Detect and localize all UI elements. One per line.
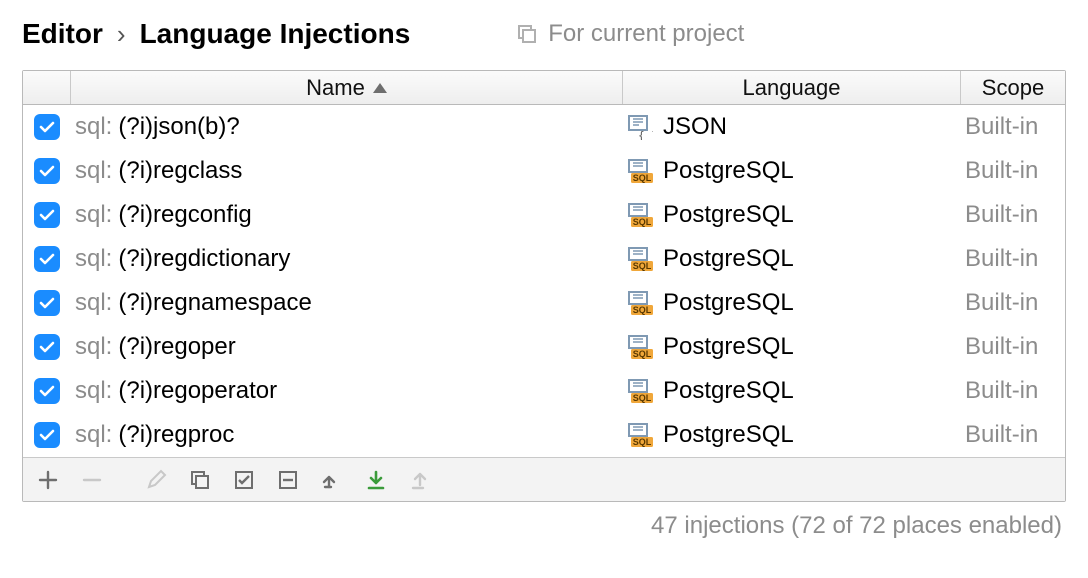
row-name-pattern: (?i)regconfig bbox=[118, 201, 251, 229]
table-row[interactable]: sql: (?i)regdictionary SQL PostgreSQL Bu… bbox=[23, 237, 1065, 281]
row-scope: Built-in bbox=[965, 157, 1038, 185]
row-checkbox[interactable] bbox=[34, 290, 60, 316]
row-name-pattern: (?i)regclass bbox=[118, 157, 242, 185]
project-hint: For current project bbox=[516, 20, 744, 48]
col-scope-label: Scope bbox=[982, 75, 1044, 101]
row-checkbox[interactable] bbox=[34, 202, 60, 228]
row-name-prefix: sql: bbox=[75, 113, 112, 141]
import-button[interactable] bbox=[313, 462, 351, 498]
svg-text:SQL: SQL bbox=[633, 217, 652, 227]
row-checkbox[interactable] bbox=[34, 334, 60, 360]
row-name-pattern: (?i)regoper bbox=[118, 333, 235, 361]
lang-icon: { } bbox=[627, 114, 653, 140]
edit-button[interactable] bbox=[137, 462, 175, 498]
row-language: PostgreSQL bbox=[663, 289, 794, 317]
enable-all-button[interactable] bbox=[225, 462, 263, 498]
remove-button[interactable] bbox=[73, 462, 111, 498]
row-checkbox[interactable] bbox=[34, 378, 60, 404]
svg-text:{ }: { } bbox=[638, 129, 653, 140]
table-row[interactable]: sql: (?i)json(b)? { } JSON Built-in bbox=[23, 105, 1065, 149]
lang-icon: SQL bbox=[627, 158, 653, 184]
row-scope: Built-in bbox=[965, 377, 1038, 405]
table-row[interactable]: sql: (?i)regoper SQL PostgreSQL Built-in bbox=[23, 325, 1065, 369]
table-header: Name Language Scope bbox=[23, 71, 1065, 105]
row-name-prefix: sql: bbox=[75, 245, 112, 273]
row-name-prefix: sql: bbox=[75, 333, 112, 361]
col-scope[interactable]: Scope bbox=[961, 71, 1065, 104]
row-language: PostgreSQL bbox=[663, 377, 794, 405]
col-name-label: Name bbox=[306, 75, 365, 101]
share-button[interactable] bbox=[401, 462, 439, 498]
row-name-pattern: (?i)regproc bbox=[118, 421, 234, 449]
sort-asc-icon bbox=[373, 83, 387, 93]
table-toolbar bbox=[23, 457, 1065, 501]
row-name-pattern: (?i)json(b)? bbox=[118, 113, 239, 141]
svg-text:SQL: SQL bbox=[633, 437, 652, 447]
lang-icon: SQL bbox=[627, 202, 653, 228]
table-row[interactable]: sql: (?i)regconfig SQL PostgreSQL Built-… bbox=[23, 193, 1065, 237]
row-checkbox[interactable] bbox=[34, 114, 60, 140]
col-checkbox[interactable] bbox=[23, 71, 71, 104]
breadcrumb-leaf: Language Injections bbox=[140, 18, 411, 50]
add-button[interactable] bbox=[29, 462, 67, 498]
table-row[interactable]: sql: (?i)regproc SQL PostgreSQL Built-in bbox=[23, 413, 1065, 457]
row-scope: Built-in bbox=[965, 113, 1038, 141]
svg-text:SQL: SQL bbox=[633, 261, 652, 271]
row-name-pattern: (?i)regoperator bbox=[118, 377, 277, 405]
row-scope: Built-in bbox=[965, 333, 1038, 361]
row-language: PostgreSQL bbox=[663, 157, 794, 185]
lang-icon: SQL bbox=[627, 378, 653, 404]
row-name-prefix: sql: bbox=[75, 157, 112, 185]
svg-text:SQL: SQL bbox=[633, 173, 652, 183]
table-row[interactable]: sql: (?i)regclass SQL PostgreSQL Built-i… bbox=[23, 149, 1065, 193]
export-button[interactable] bbox=[357, 462, 395, 498]
row-checkbox[interactable] bbox=[34, 158, 60, 184]
injections-table: Name Language Scope sql: (?i)json(b)? { … bbox=[22, 70, 1066, 502]
row-name-pattern: (?i)regnamespace bbox=[118, 289, 311, 317]
row-language: PostgreSQL bbox=[663, 201, 794, 229]
disable-all-button[interactable] bbox=[269, 462, 307, 498]
row-name-prefix: sql: bbox=[75, 201, 112, 229]
status-label: 47 injections (72 of 72 places enabled) bbox=[22, 502, 1066, 540]
row-language: PostgreSQL bbox=[663, 245, 794, 273]
copy-icon bbox=[516, 23, 538, 45]
lang-icon: SQL bbox=[627, 422, 653, 448]
project-hint-label: For current project bbox=[548, 20, 744, 48]
breadcrumb-root[interactable]: Editor bbox=[22, 18, 103, 50]
duplicate-button[interactable] bbox=[181, 462, 219, 498]
breadcrumb-sep: › bbox=[117, 19, 126, 50]
svg-text:SQL: SQL bbox=[633, 305, 652, 315]
row-name-pattern: (?i)regdictionary bbox=[118, 245, 290, 273]
svg-text:SQL: SQL bbox=[633, 393, 652, 403]
lang-icon: SQL bbox=[627, 334, 653, 360]
row-scope: Built-in bbox=[965, 201, 1038, 229]
lang-icon: SQL bbox=[627, 290, 653, 316]
row-language: JSON bbox=[663, 113, 727, 141]
col-language-label: Language bbox=[743, 75, 841, 101]
row-name-prefix: sql: bbox=[75, 421, 112, 449]
row-checkbox[interactable] bbox=[34, 422, 60, 448]
row-scope: Built-in bbox=[965, 289, 1038, 317]
row-checkbox[interactable] bbox=[34, 246, 60, 272]
lang-icon: SQL bbox=[627, 246, 653, 272]
row-name-prefix: sql: bbox=[75, 377, 112, 405]
col-name[interactable]: Name bbox=[71, 71, 623, 104]
row-language: PostgreSQL bbox=[663, 333, 794, 361]
breadcrumb: Editor › Language Injections bbox=[22, 18, 410, 50]
row-name-prefix: sql: bbox=[75, 289, 112, 317]
svg-text:SQL: SQL bbox=[633, 349, 652, 359]
col-language[interactable]: Language bbox=[623, 71, 961, 104]
table-row[interactable]: sql: (?i)regoperator SQL PostgreSQL Buil… bbox=[23, 369, 1065, 413]
row-scope: Built-in bbox=[965, 421, 1038, 449]
row-scope: Built-in bbox=[965, 245, 1038, 273]
table-body: sql: (?i)json(b)? { } JSON Built-in sql:… bbox=[23, 105, 1065, 457]
table-row[interactable]: sql: (?i)regnamespace SQL PostgreSQL Bui… bbox=[23, 281, 1065, 325]
row-language: PostgreSQL bbox=[663, 421, 794, 449]
